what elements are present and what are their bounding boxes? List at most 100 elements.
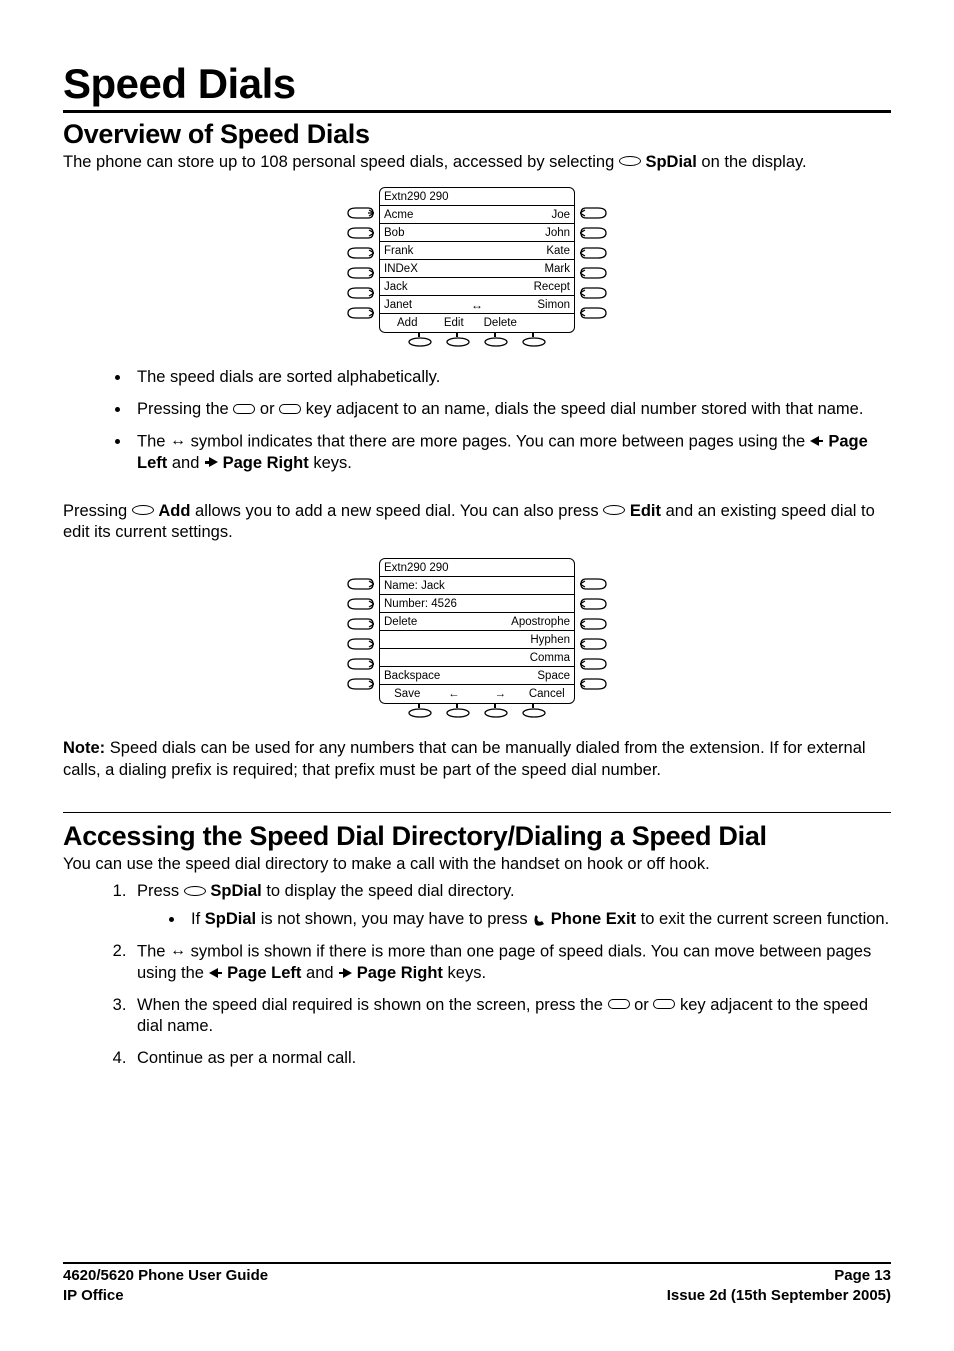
left-key-icon — [653, 999, 675, 1009]
text: Press — [137, 882, 184, 900]
screen-cell-left: Backspace — [384, 670, 440, 682]
softkey-icon — [603, 505, 625, 515]
screen-header: Extn290 290 — [384, 562, 449, 574]
text: key adjacent to an name, dials the speed… — [306, 400, 864, 418]
line-key-right — [580, 307, 608, 319]
spdial-label: SpDial — [645, 153, 696, 171]
page-title: Speed Dials — [63, 60, 891, 108]
line-key-left — [346, 307, 374, 319]
diagram-speed-dial-edit: Extn290 290 Name: Jack Number: 4526 Dele… — [63, 558, 891, 724]
screen-cell-left: Jack — [384, 281, 408, 293]
line-key-left — [346, 598, 374, 610]
softkey-delete: Delete — [477, 317, 524, 329]
bullet-item: The speed dials are sorted alphabeticall… — [131, 367, 891, 389]
line-key-left — [346, 207, 374, 219]
screen-cell-left: Acme — [384, 209, 413, 221]
page-right-icon — [338, 968, 352, 978]
bullet-item: The symbol indicates that there are more… — [131, 431, 891, 475]
line-key-left — [346, 678, 374, 690]
bottom-key — [522, 337, 546, 353]
note-text: Speed dials can be used for any numbers … — [63, 739, 866, 779]
bottom-key — [446, 708, 470, 724]
spdial-label: SpDial — [205, 910, 256, 928]
step-item: The symbol is shown if there is more tha… — [131, 941, 891, 985]
text: is not shown, you may have to press — [261, 910, 532, 928]
screen-cell-right: Space — [537, 670, 570, 682]
text: Pressing the — [137, 400, 233, 418]
bottom-key — [522, 708, 546, 724]
diagram-speed-dial-list: Extn290 290 AcmeJoe BobJohn FrankKate IN… — [63, 187, 891, 353]
right-key-icon — [233, 404, 255, 414]
text: or — [260, 400, 279, 418]
footer-rule — [63, 1262, 891, 1265]
line-key-left — [346, 267, 374, 279]
text: keys. — [313, 454, 352, 472]
text: If — [191, 910, 205, 928]
bi-arrow-icon — [170, 940, 186, 962]
overview-intro-post: on the display. — [701, 153, 806, 171]
page-right-icon — [204, 457, 218, 467]
softkey-save: Save — [384, 688, 431, 700]
softkey-edit: Edit — [431, 317, 478, 329]
left-key-column — [346, 187, 374, 319]
line-key-right — [580, 618, 608, 630]
page-left-label: Page Left — [227, 964, 301, 982]
page-right-label: Page Right — [357, 964, 443, 982]
footer-product: IP Office — [63, 1286, 124, 1306]
spdial-label: SpDial — [210, 882, 261, 900]
softkey-icon — [619, 156, 641, 166]
text: allows you to add a new speed dial. You … — [195, 502, 603, 520]
text: The — [137, 942, 170, 960]
screen-cell-right: Joe — [551, 209, 570, 221]
screen-cell-left: INDeX — [384, 263, 418, 275]
text: Pressing — [63, 502, 132, 520]
phone-screen-list: Extn290 290 AcmeJoe BobJohn FrankKate IN… — [379, 187, 575, 333]
page-left-icon — [810, 436, 824, 446]
line-key-left — [346, 618, 374, 630]
text: symbol indicates that there are more pag… — [191, 432, 810, 450]
para-add-edit: Pressing Add allows you to add a new spe… — [63, 501, 891, 545]
text: and — [306, 964, 338, 982]
screen-cell-right: Mark — [544, 263, 570, 275]
more-pages-icon: ↔ — [471, 298, 483, 312]
line-key-right — [580, 638, 608, 650]
bottom-key — [484, 708, 508, 724]
overview-intro-pre: The phone can store up to 108 personal s… — [63, 153, 619, 171]
accessing-intro: You can use the speed dial directory to … — [63, 854, 891, 876]
screen-cell-left: Frank — [384, 245, 413, 257]
sub-bullet-item: If SpDial is not shown, you may have to … — [185, 909, 891, 931]
page-left-icon — [209, 968, 223, 978]
screen-cell-left: Delete — [384, 616, 417, 628]
text: The — [137, 432, 170, 450]
right-key-icon — [608, 999, 630, 1009]
screen-cell-left: Name: Jack — [384, 580, 445, 592]
left-key-column — [346, 558, 374, 690]
note-label: Note: — [63, 739, 105, 757]
screen-cell-right: Comma — [530, 652, 570, 664]
text: keys. — [448, 964, 487, 982]
line-key-left — [346, 287, 374, 299]
screen-cell-left: Janet — [384, 299, 412, 311]
right-key-column — [580, 187, 608, 319]
line-key-right — [580, 678, 608, 690]
line-key-right — [580, 227, 608, 239]
footer-page-number: Page 13 — [834, 1266, 891, 1286]
screen-header: Extn290 290 — [384, 191, 449, 203]
line-key-left — [346, 638, 374, 650]
section-heading-overview: Overview of Speed Dials — [63, 119, 891, 150]
footer-guide-title: 4620/5620 Phone User Guide — [63, 1266, 268, 1286]
bottom-key-row — [408, 337, 546, 353]
line-key-right — [580, 267, 608, 279]
screen-cell-right: Apostrophe — [511, 616, 570, 628]
bottom-key-row — [408, 708, 546, 724]
page-footer: 4620/5620 Phone User Guide Page 13 IP Of… — [63, 1262, 891, 1306]
line-key-right — [580, 287, 608, 299]
softkey-left-arrow: ← — [431, 688, 478, 700]
phone-screen-edit: Extn290 290 Name: Jack Number: 4526 Dele… — [379, 558, 575, 704]
text: When the speed dial required is shown on… — [137, 996, 608, 1014]
left-key-icon — [279, 404, 301, 414]
page-right-label: Page Right — [223, 454, 309, 472]
bullet-item: Pressing the or key adjacent to an name,… — [131, 399, 891, 421]
line-key-left — [346, 227, 374, 239]
softkey-right-arrow: → — [477, 688, 524, 700]
